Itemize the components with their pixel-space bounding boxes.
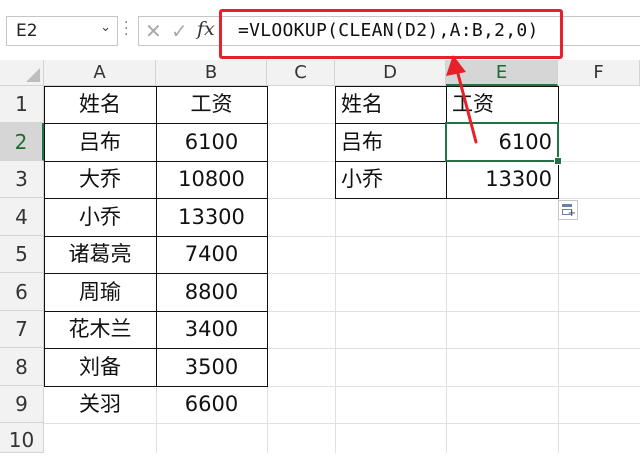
- column-header-b[interactable]: B: [156, 60, 267, 86]
- active-cell-selection: [445, 122, 559, 162]
- cell-a5[interactable]: 诸葛亮: [44, 236, 156, 273]
- row-header-2[interactable]: 2: [0, 123, 44, 161]
- row-header-6[interactable]: 6: [0, 273, 44, 311]
- column-header-d[interactable]: D: [335, 60, 446, 86]
- table-border: [44, 311, 268, 312]
- drag-grip-icon[interactable]: · · ·: [124, 16, 128, 42]
- cell-a4[interactable]: 小乔: [44, 198, 156, 236]
- table-border: [44, 348, 268, 349]
- paste-options-icon[interactable]: +: [558, 200, 578, 220]
- cell-e1[interactable]: 工资: [446, 86, 558, 123]
- cell-b2[interactable]: 6100: [156, 123, 267, 161]
- spreadsheet-grid[interactable]: A B C D E F 1 2 3 4 5 6 7 8 9 10 姓名 工资 吕…: [0, 60, 640, 453]
- cell-a9[interactable]: 关羽: [44, 386, 156, 423]
- insert-function-icon[interactable]: fx: [197, 18, 215, 40]
- formula-highlight-box: [219, 9, 563, 59]
- column-header-c[interactable]: C: [267, 60, 335, 86]
- cell-a1[interactable]: 姓名: [44, 86, 156, 123]
- select-all-corner[interactable]: [0, 60, 44, 86]
- row-header-8[interactable]: 8: [0, 348, 44, 386]
- table-border: [44, 198, 268, 199]
- cell-b5[interactable]: 7400: [156, 236, 267, 273]
- select-all-icon: [26, 68, 40, 82]
- paste-options-icon-part: [562, 204, 572, 207]
- cancel-icon[interactable]: ✕: [145, 19, 162, 43]
- table-border: [44, 273, 268, 274]
- cell-b6[interactable]: 8800: [156, 273, 267, 311]
- cell-d1[interactable]: 姓名: [335, 86, 446, 123]
- cell-a6[interactable]: 周瑜: [44, 273, 156, 311]
- cell-e3[interactable]: 13300: [446, 161, 558, 198]
- gridline: [267, 86, 268, 453]
- cell-b3[interactable]: 10800: [156, 161, 267, 198]
- row-header-9[interactable]: 9: [0, 386, 44, 423]
- table-border: [44, 161, 268, 162]
- row-header-1[interactable]: 1: [0, 86, 44, 123]
- row-header-7[interactable]: 7: [0, 311, 44, 348]
- cell-d2[interactable]: 吕布: [335, 123, 446, 161]
- row-header-5[interactable]: 5: [0, 236, 44, 273]
- cell-a7[interactable]: 花木兰: [44, 311, 156, 348]
- cell-d3[interactable]: 小乔: [335, 161, 446, 198]
- formula-bar: E2 ⌄ · · · ✕ ✓ fx =VLOOKUP(CLEAN(D2),A:B,2…: [0, 0, 640, 60]
- column-header-f[interactable]: F: [558, 60, 640, 86]
- name-box-value: E2: [16, 21, 38, 41]
- name-box[interactable]: E2 ⌄: [6, 16, 118, 46]
- row-header-4[interactable]: 4: [0, 198, 44, 236]
- gridline: [44, 423, 640, 424]
- table-border: [44, 123, 268, 124]
- cell-b7[interactable]: 3400: [156, 311, 267, 348]
- table-border: [44, 236, 268, 237]
- cell-b9[interactable]: 6600: [156, 386, 267, 423]
- column-header-e[interactable]: E: [446, 60, 558, 86]
- cell-a8[interactable]: 刘备: [44, 348, 156, 386]
- cell-b8[interactable]: 3500: [156, 348, 267, 386]
- plus-icon: +: [567, 208, 576, 219]
- column-header-a[interactable]: A: [44, 60, 156, 86]
- row-header-3[interactable]: 3: [0, 161, 44, 198]
- cell-a2[interactable]: 吕布: [44, 123, 156, 161]
- fill-handle[interactable]: [554, 157, 562, 165]
- row-header-10[interactable]: 10: [0, 423, 44, 453]
- check-icon[interactable]: ✓: [171, 19, 188, 43]
- cell-b1[interactable]: 工资: [156, 86, 267, 123]
- cell-b4[interactable]: 13300: [156, 198, 267, 236]
- chevron-down-icon[interactable]: ⌄: [100, 20, 111, 35]
- cell-a3[interactable]: 大乔: [44, 161, 156, 198]
